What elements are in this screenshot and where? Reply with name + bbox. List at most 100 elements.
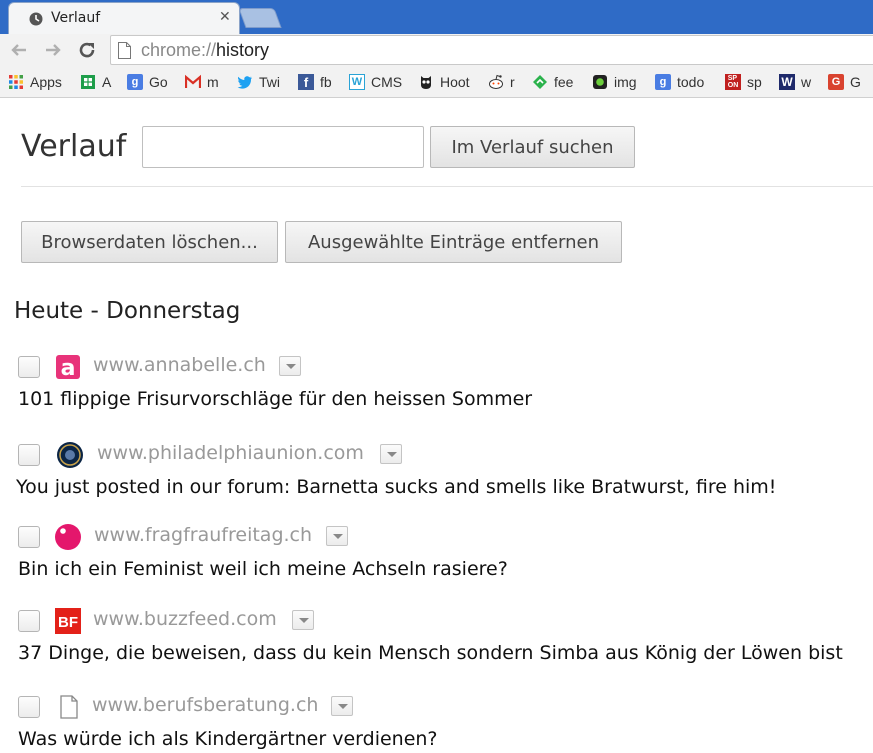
close-icon[interactable]: ✕ bbox=[219, 9, 231, 25]
day-header: Heute - Donnerstag bbox=[14, 298, 241, 324]
annabelle-icon: a bbox=[56, 355, 80, 381]
page-title: Verlauf bbox=[21, 129, 127, 164]
entry-title[interactable]: You just posted in our forum: Barnetta s… bbox=[16, 476, 776, 498]
bookmark-label: todo bbox=[677, 74, 705, 90]
buzzfeed-icon: BF bbox=[55, 608, 81, 634]
google-icon: g bbox=[127, 74, 143, 90]
img-icon bbox=[593, 75, 607, 89]
bookmark-label: CMS bbox=[371, 74, 403, 90]
entry-domain[interactable]: www.philadelphiaunion.com bbox=[97, 442, 364, 464]
bookmark-cms[interactable]: W CMS bbox=[349, 73, 402, 91]
browser-window: Verlauf ✕ chrome://history Apps A g Go m… bbox=[0, 0, 873, 753]
entry-menu-button[interactable] bbox=[292, 610, 314, 630]
history-entry: www.berufsberatung.ch Was würde ich als … bbox=[0, 693, 873, 753]
history-entry: a www.annabelle.ch 101 flippige Frisurvo… bbox=[0, 353, 873, 423]
bookmark-a[interactable]: A bbox=[80, 73, 111, 91]
address-bar[interactable]: chrome://history bbox=[110, 35, 873, 65]
google-icon: g bbox=[655, 74, 671, 90]
w-icon: W bbox=[779, 74, 795, 90]
bookmark-label: w bbox=[801, 74, 812, 90]
entry-title[interactable]: 101 flippige Frisurvorschläge für den he… bbox=[18, 388, 532, 410]
facebook-icon: f bbox=[298, 74, 314, 90]
bookmark-w[interactable]: W w bbox=[779, 73, 811, 91]
wordpress-icon: W bbox=[349, 74, 365, 90]
bookmarks-bar: Apps A g Go m Twi f fb W CMS Hoot r fee … bbox=[0, 66, 873, 98]
bookmark-label: Go bbox=[149, 74, 168, 90]
svg-text:a: a bbox=[61, 356, 76, 381]
reddit-icon bbox=[489, 74, 503, 89]
entry-menu-button[interactable] bbox=[279, 356, 301, 376]
apps-grid-icon bbox=[9, 75, 23, 89]
entry-menu-button[interactable] bbox=[331, 696, 353, 716]
entry-title[interactable]: 37 Dinge, die beweisen, dass du kein Men… bbox=[18, 642, 843, 664]
tab-title: Verlauf bbox=[51, 10, 101, 26]
entry-menu-button[interactable] bbox=[380, 444, 402, 464]
entry-checkbox[interactable] bbox=[18, 356, 40, 378]
entry-title[interactable]: Was würde ich als Kindergärtner verdiene… bbox=[18, 728, 438, 750]
bookmark-label: sp bbox=[747, 74, 762, 90]
bookmark-label: m bbox=[207, 74, 219, 90]
page-icon bbox=[118, 42, 131, 59]
entry-domain[interactable]: www.fragfraufreitag.ch bbox=[94, 524, 312, 546]
bookmark-label: img bbox=[614, 74, 637, 90]
bookmark-todo[interactable]: g todo bbox=[655, 73, 704, 91]
new-tab-button[interactable] bbox=[238, 8, 282, 28]
bookmark-label: Twi bbox=[259, 74, 280, 90]
bookmark-m[interactable]: m bbox=[185, 73, 219, 91]
bookmark-fb[interactable]: f fb bbox=[298, 73, 332, 91]
tab-strip: Verlauf ✕ bbox=[0, 0, 873, 34]
svg-text:BF: BF bbox=[58, 614, 78, 631]
url-text: chrome://history bbox=[141, 40, 269, 61]
bookmark-label: Hoot bbox=[440, 74, 470, 90]
url-scheme: chrome:// bbox=[141, 40, 217, 60]
gmail-icon bbox=[185, 74, 201, 88]
bookmark-label: r bbox=[510, 74, 515, 90]
entry-title[interactable]: Bin ich ein Feminist weil ich meine Achs… bbox=[18, 558, 508, 580]
history-entry: www.philadelphiaunion.com You just poste… bbox=[0, 441, 873, 511]
search-history-button[interactable]: Im Verlauf suchen bbox=[430, 126, 635, 168]
history-entry: BF www.buzzfeed.com 37 Dinge, die beweis… bbox=[0, 607, 873, 677]
entry-menu-button[interactable] bbox=[326, 526, 348, 546]
history-search-input[interactable] bbox=[142, 126, 424, 168]
toolbar: chrome://history bbox=[0, 34, 873, 66]
entry-domain[interactable]: www.buzzfeed.com bbox=[93, 608, 277, 630]
bookmark-r[interactable]: r bbox=[488, 73, 515, 91]
bookmark-label: Apps bbox=[30, 74, 62, 90]
entry-domain[interactable]: www.berufsberatung.ch bbox=[92, 694, 318, 716]
entry-checkbox[interactable] bbox=[18, 526, 40, 548]
google-plus-icon: G bbox=[828, 74, 844, 90]
url-path: history bbox=[216, 40, 270, 60]
clear-browsing-data-button[interactable]: Browserdaten löschen... bbox=[21, 221, 278, 263]
bookmark-fee[interactable]: fee bbox=[532, 73, 573, 91]
clock-icon bbox=[29, 12, 43, 26]
reload-icon[interactable] bbox=[76, 39, 98, 61]
bookmark-g[interactable]: G G bbox=[828, 73, 861, 91]
twitter-icon bbox=[237, 76, 252, 89]
history-entry: www.fragfraufreitag.ch Bin ich ein Femin… bbox=[0, 523, 873, 593]
back-arrow-icon[interactable] bbox=[8, 39, 30, 61]
bookmark-apps[interactable]: Apps bbox=[8, 73, 62, 91]
remove-selected-button[interactable]: Ausgewählte Einträge entfernen bbox=[285, 221, 622, 263]
bookmark-img[interactable]: img bbox=[592, 73, 637, 91]
entry-domain[interactable]: www.annabelle.ch bbox=[93, 354, 266, 376]
fragfraufreitag-icon bbox=[55, 524, 81, 550]
bookmark-twi[interactable]: Twi bbox=[237, 73, 280, 91]
bookmark-label: G bbox=[850, 74, 861, 90]
feedly-icon bbox=[533, 75, 547, 89]
tab-history[interactable]: Verlauf ✕ bbox=[8, 2, 240, 34]
entry-checkbox[interactable] bbox=[18, 444, 40, 466]
philadelphia-union-icon bbox=[57, 442, 83, 468]
forward-arrow-icon[interactable] bbox=[42, 39, 64, 61]
bookmark-go[interactable]: g Go bbox=[127, 73, 168, 91]
bookmark-label: fee bbox=[554, 74, 574, 90]
bookmark-label: fb bbox=[320, 74, 332, 90]
bookmark-sp[interactable]: SP ON sp bbox=[725, 73, 762, 91]
divider bbox=[21, 186, 873, 187]
hootsuite-icon bbox=[421, 76, 431, 89]
entry-checkbox[interactable] bbox=[18, 696, 40, 718]
sheets-icon bbox=[81, 75, 95, 89]
generic-page-icon bbox=[60, 695, 78, 719]
bookmark-hoot[interactable]: Hoot bbox=[418, 73, 470, 91]
entry-checkbox[interactable] bbox=[18, 610, 40, 632]
bookmark-label: A bbox=[102, 74, 112, 90]
